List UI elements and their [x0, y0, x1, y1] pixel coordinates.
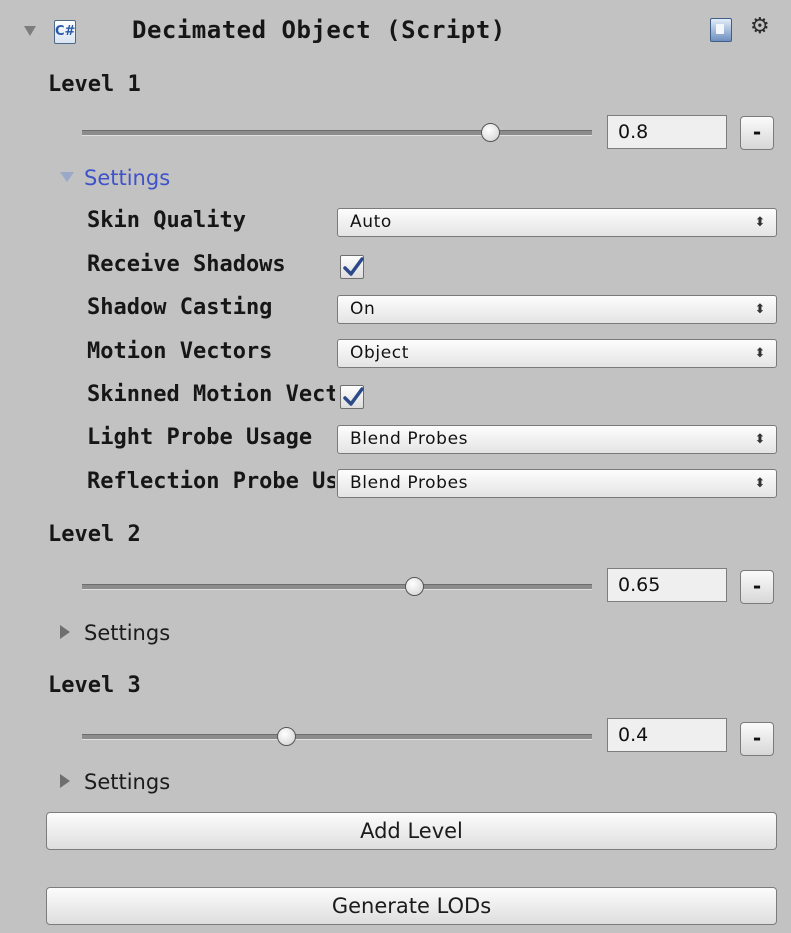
level-1-settings-label: Settings [84, 166, 171, 190]
level-2-slider[interactable] [82, 577, 592, 596]
level-3-slider-thumb[interactable] [277, 727, 296, 746]
level-3-label: Level 3 [48, 673, 141, 698]
gear-icon[interactable]: ⚙ [750, 14, 770, 40]
level-3-value-field[interactable]: 0.4 [607, 718, 727, 752]
motion-vectors-value: Object [350, 343, 409, 363]
generate-lods-button[interactable]: Generate LODs [46, 887, 777, 925]
level-2-slider-thumb[interactable] [404, 577, 424, 596]
checkmark-icon [343, 387, 364, 406]
light-probe-usage-dropdown[interactable]: Blend Probes ⬍ [337, 425, 777, 454]
receive-shadows-label: Receive Shadows [87, 252, 286, 277]
skin-quality-label: Skin Quality [87, 208, 246, 233]
dropdown-arrows-icon: ⬍ [754, 302, 766, 317]
level-2-settings-label: Settings [84, 621, 171, 645]
skinned-motion-vectors-checkbox[interactable] [340, 385, 364, 409]
csharp-script-icon: C# [54, 20, 76, 44]
dropdown-arrows-icon: ⬍ [754, 346, 766, 361]
motion-vectors-dropdown[interactable]: Object ⬍ [337, 339, 777, 368]
level-3-settings-label: Settings [84, 770, 171, 794]
level-2-label: Level 2 [48, 522, 141, 547]
reflection-probe-usage-dropdown[interactable]: Blend Probes ⬍ [337, 469, 777, 498]
level-2-remove-button[interactable]: - [740, 570, 774, 604]
help-book-icon[interactable] [710, 18, 732, 42]
reflection-probe-usage-value: Blend Probes [350, 473, 469, 493]
dropdown-arrows-icon: ⬍ [754, 215, 766, 230]
shadow-casting-dropdown[interactable]: On ⬍ [337, 295, 777, 324]
level-1-slider-thumb[interactable] [481, 123, 500, 142]
light-probe-usage-label: Light Probe Usage [87, 425, 313, 450]
level-1-settings-foldout[interactable]: Settings [60, 166, 170, 190]
light-probe-usage-value: Blend Probes [350, 429, 469, 449]
reflection-probe-usage-label: Reflection Probe Usage [87, 469, 335, 494]
skinned-motion-vectors-label: Skinned Motion Vectors [87, 382, 335, 407]
level-3-slider[interactable] [82, 727, 592, 746]
level-3-remove-button[interactable]: - [740, 722, 774, 756]
collapsed-arrow-icon [60, 774, 70, 788]
receive-shadows-checkbox[interactable] [340, 255, 364, 279]
skin-quality-dropdown[interactable]: Auto ⬍ [337, 208, 777, 237]
skin-quality-value: Auto [350, 212, 392, 232]
dropdown-arrows-icon: ⬍ [754, 432, 766, 447]
component-foldout-arrow-icon[interactable] [24, 26, 36, 36]
component-title: Decimated Object (Script) [132, 16, 506, 44]
add-level-button[interactable]: Add Level [46, 812, 777, 850]
shadow-casting-label: Shadow Casting [87, 295, 273, 320]
checkmark-icon [343, 257, 364, 276]
level-2-value-field[interactable]: 0.65 [607, 568, 727, 602]
level-1-slider[interactable] [82, 123, 592, 142]
motion-vectors-label: Motion Vectors [87, 339, 273, 364]
level-1-label: Level 1 [48, 72, 141, 97]
expanded-arrow-icon [60, 172, 74, 182]
level-1-value-field[interactable]: 0.8 [607, 115, 727, 149]
level-3-settings-foldout[interactable]: Settings [60, 770, 170, 794]
shadow-casting-value: On [350, 299, 376, 319]
level-1-remove-button[interactable]: - [740, 116, 774, 150]
dropdown-arrows-icon: ⬍ [754, 476, 766, 491]
collapsed-arrow-icon [60, 625, 70, 639]
level-2-settings-foldout[interactable]: Settings [60, 621, 170, 645]
